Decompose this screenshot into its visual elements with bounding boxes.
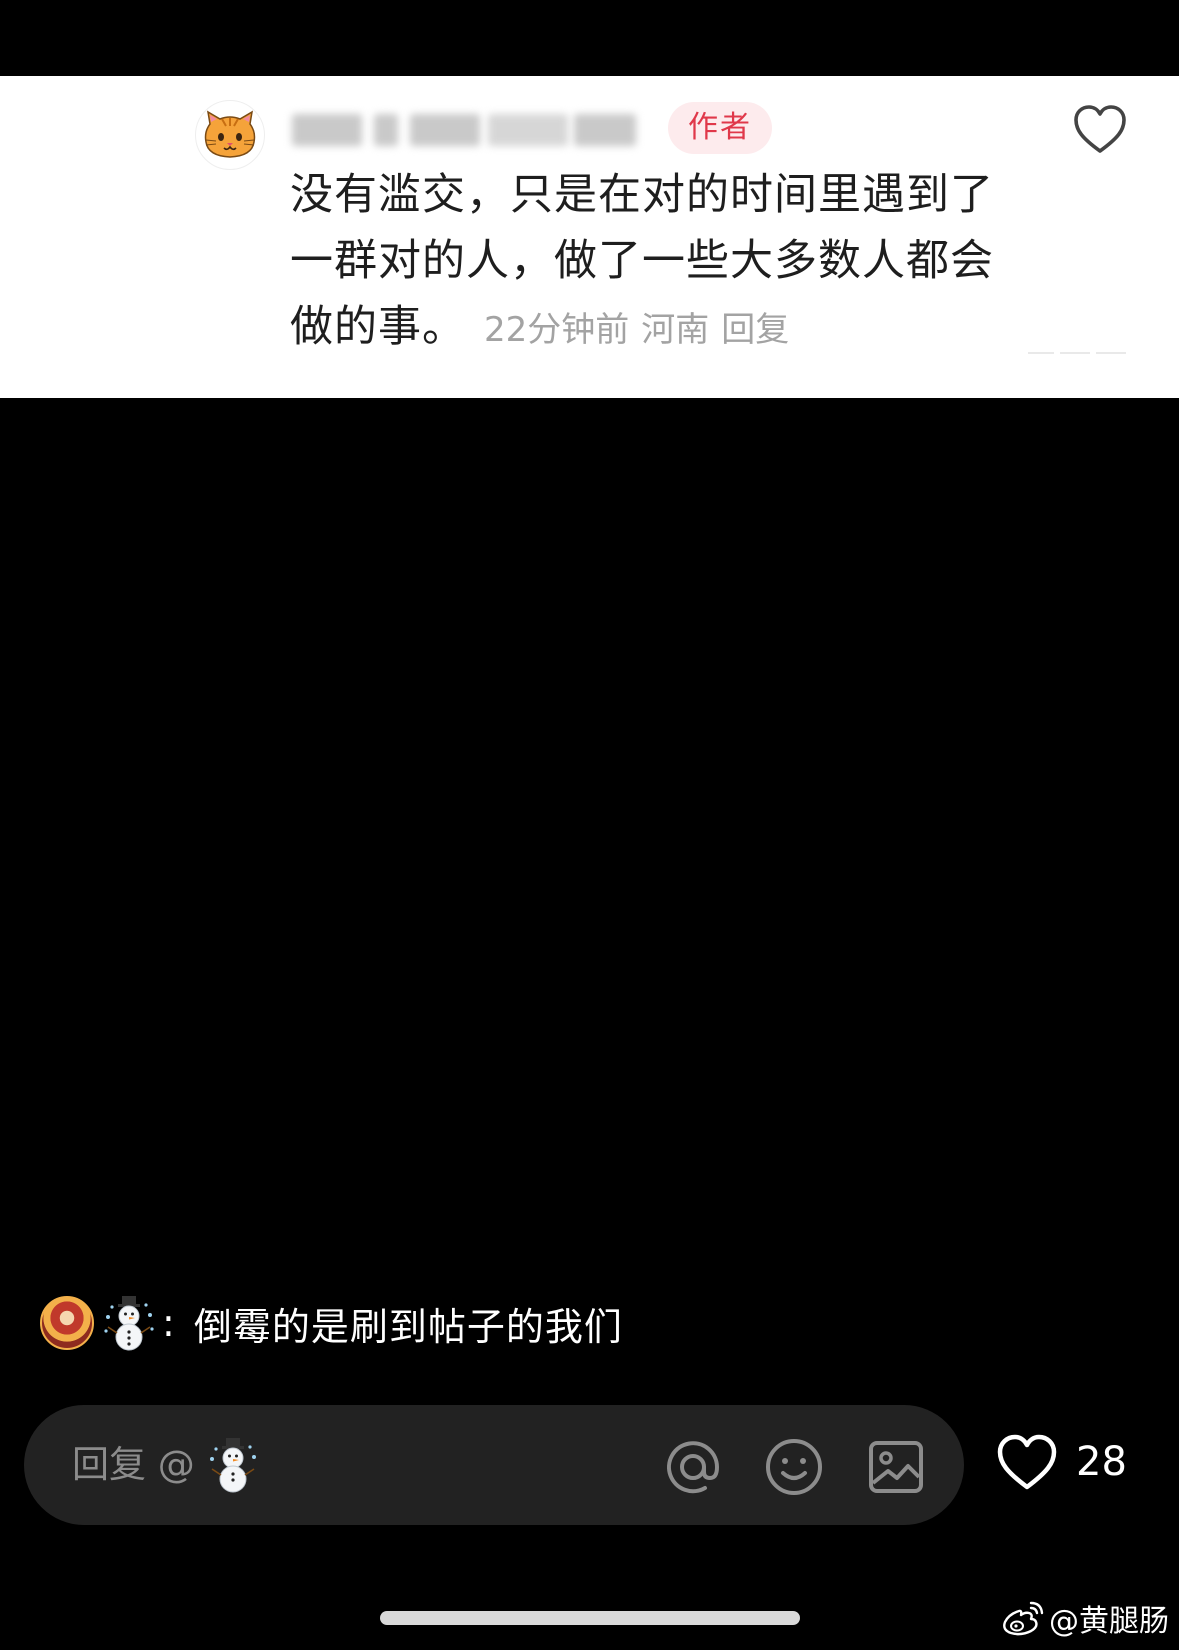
reply-input-bar[interactable]: 回复 @ — [24, 1405, 964, 1525]
commenter-username-redacted[interactable] — [292, 108, 660, 152]
snowman-icon — [210, 1438, 256, 1493]
comment-time: 22分钟前 — [484, 310, 630, 350]
smiley-icon[interactable] — [764, 1437, 824, 1497]
weibo-logo-icon — [1003, 1601, 1044, 1636]
comment-meta: 22分钟前 河南 回复 — [484, 310, 801, 350]
author-badge: 作者 — [668, 102, 772, 154]
heart-outline-icon[interactable] — [995, 1433, 1059, 1493]
reply-placeholder[interactable]: 回复 @ — [72, 1405, 195, 1525]
weibo-watermark: @黄腿肠 — [1001, 1596, 1169, 1640]
comment-location: 河南 — [641, 310, 710, 350]
live-commenter-avatar[interactable] — [40, 1296, 94, 1350]
like-count: 28 — [1076, 1439, 1127, 1485]
live-comment: : 倒霉的是刷到帖子的我们 — [40, 1295, 623, 1351]
faint-card-watermark — [1028, 342, 1128, 364]
live-comment-text: 倒霉的是刷到帖子的我们 — [193, 1304, 623, 1349]
cat-face-icon — [204, 110, 256, 158]
heart-outline-icon[interactable] — [1072, 104, 1128, 156]
live-comment-separator: : — [162, 1301, 176, 1345]
home-indicator[interactable] — [380, 1611, 800, 1625]
image-icon[interactable] — [866, 1437, 926, 1497]
commenter-avatar[interactable] — [195, 100, 265, 170]
at-sign-icon[interactable] — [663, 1437, 723, 1497]
comment-body: 没有滥交，只是在对的时间里遇到了一群对的人，做了一些大多数人都会做的事。 22分钟… — [290, 162, 1010, 363]
comment-reply-link[interactable]: 回复 — [721, 310, 789, 350]
weibo-watermark-text: @黄腿肠 — [1049, 1604, 1169, 1639]
snowman-icon — [104, 1296, 154, 1351]
